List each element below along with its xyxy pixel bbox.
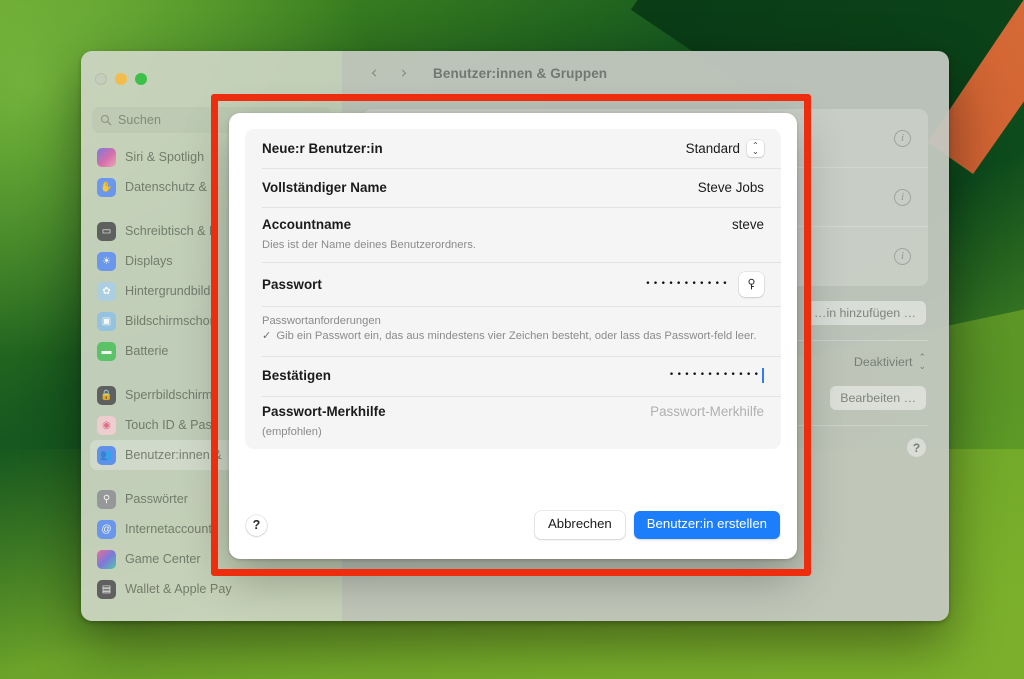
account-name-hint: Dies ist der Name deines Benutzerordners… bbox=[262, 238, 764, 262]
back-button[interactable]: ‹ bbox=[361, 60, 387, 86]
dialog-body: Neue:r Benutzer:in Standard ⌃⌄ Vollständ… bbox=[229, 113, 797, 449]
guest-user-value: Deaktiviert bbox=[854, 355, 913, 369]
password-hint-input[interactable]: Passwort-Merkhilfe bbox=[650, 404, 764, 419]
lock-icon: 🔒 bbox=[97, 386, 116, 405]
full-name-input[interactable]: Steve Jobs bbox=[698, 180, 764, 195]
siri-icon bbox=[97, 148, 116, 167]
field-label: Neue:r Benutzer:in bbox=[262, 141, 383, 156]
field-label: Vollständiger Name bbox=[262, 180, 387, 195]
battery-icon: ▬ bbox=[97, 342, 116, 361]
sidebar-item-label: Sperrbildschirm bbox=[125, 388, 212, 402]
checkmark-icon: ✓ bbox=[262, 329, 271, 344]
info-circle-icon[interactable]: i bbox=[894, 130, 911, 147]
touchid-icon: ◉ bbox=[97, 416, 116, 435]
sidebar-item-label: Internetaccounts bbox=[125, 522, 218, 536]
edit-button[interactable]: Bearbeiten … bbox=[830, 386, 926, 410]
sidebar-item-label: Bildschirmschon bbox=[125, 314, 217, 328]
form-row-password-hint[interactable]: Passwort-Merkhilfe Passwort-Merkhilfe (e… bbox=[245, 396, 781, 449]
desktop-background: Suchen Siri & Spotligh ✋ Datenschutz & S… bbox=[0, 0, 1024, 679]
password-hint-sublabel: (empfohlen) bbox=[262, 425, 764, 449]
create-user-button[interactable]: Benutzer:in erstellen bbox=[634, 511, 780, 539]
search-placeholder: Suchen bbox=[118, 113, 161, 127]
stepper-icon: ⌃⌄ bbox=[918, 353, 926, 371]
sidebar-item-wallet-apple-pay[interactable]: ▤ Wallet & Apple Pay bbox=[90, 574, 333, 604]
cancel-button[interactable]: Abbrechen bbox=[535, 511, 625, 539]
help-button[interactable]: ? bbox=[246, 515, 267, 536]
search-icon bbox=[100, 114, 112, 126]
form-row-account-name[interactable]: Accountname steve Dies ist der Name dein… bbox=[245, 207, 781, 262]
sidebar-item-label: Passwörter bbox=[125, 492, 188, 506]
close-button[interactable] bbox=[95, 73, 107, 85]
key-icon[interactable] bbox=[739, 272, 764, 297]
brightness-icon: ☀ bbox=[97, 252, 116, 271]
forward-button[interactable]: › bbox=[391, 60, 417, 86]
field-label: Accountname bbox=[262, 217, 351, 232]
sidebar-item-label: Batterie bbox=[125, 344, 168, 358]
users-icon: 👥 bbox=[97, 446, 116, 465]
wallpaper-icon: ✿ bbox=[97, 282, 116, 301]
hand-icon: ✋ bbox=[97, 178, 116, 197]
at-icon: @ bbox=[97, 520, 116, 539]
sidebar-item-label: Wallet & Apple Pay bbox=[125, 582, 232, 596]
toolbar: ‹ › Benutzer:innen & Gruppen bbox=[342, 51, 949, 95]
wallet-icon: ▤ bbox=[97, 580, 116, 599]
guest-user-popup[interactable]: Deaktiviert ⌃⌄ bbox=[854, 353, 926, 371]
desktop-icon: ▭ bbox=[97, 222, 116, 241]
info-circle-icon[interactable]: i bbox=[894, 248, 911, 265]
window-controls bbox=[81, 59, 342, 103]
field-label: Passwort bbox=[262, 277, 322, 292]
help-button[interactable]: ? bbox=[907, 438, 926, 457]
account-type-popup[interactable]: Standard ⌃⌄ bbox=[686, 140, 764, 157]
sidebar-item-label: Siri & Spotligh bbox=[125, 150, 204, 164]
account-name-input[interactable]: steve bbox=[732, 217, 764, 232]
key-icon: ⚲ bbox=[97, 490, 116, 509]
sidebar-item-label: Schreibtisch & D bbox=[125, 224, 218, 238]
form-row-account-type: Neue:r Benutzer:in Standard ⌃⌄ bbox=[245, 129, 781, 168]
text-caret bbox=[762, 368, 764, 383]
field-label: Bestätigen bbox=[262, 368, 331, 383]
new-user-dialog: Neue:r Benutzer:in Standard ⌃⌄ Vollständ… bbox=[229, 113, 797, 559]
screensaver-icon: ▣ bbox=[97, 312, 116, 331]
form-row-confirm-password[interactable]: Bestätigen •••••••••••• bbox=[245, 356, 781, 396]
sidebar-item-label: Hintergrundbild bbox=[125, 284, 210, 298]
stepper-icon: ⌃⌄ bbox=[747, 140, 764, 157]
minimize-button[interactable] bbox=[115, 73, 127, 85]
page-title: Benutzer:innen & Gruppen bbox=[433, 66, 607, 81]
add-user-button[interactable]: …in hinzufügen … bbox=[804, 301, 926, 325]
sidebar-item-label: Datenschutz & S bbox=[125, 180, 219, 194]
requirements-title: Passwortanforderungen bbox=[262, 315, 764, 327]
dialog-footer: ? Abbrechen Benutzer:in erstellen bbox=[229, 491, 797, 559]
sidebar-item-label: Displays bbox=[125, 254, 173, 268]
password-input[interactable]: ••••••••••• bbox=[645, 280, 730, 289]
form-row-password-requirements: Passwortanforderungen ✓ Gib ein Passwort… bbox=[245, 306, 781, 355]
requirements-line: ✓ Gib ein Passwort ein, das aus mindeste… bbox=[262, 329, 764, 344]
sidebar-item-label: Touch ID & Pass bbox=[125, 418, 218, 432]
gamecenter-icon bbox=[97, 550, 116, 569]
info-circle-icon[interactable]: i bbox=[894, 189, 911, 206]
requirements-text: Gib ein Passwort ein, das aus mindestens… bbox=[276, 329, 756, 344]
form-row-full-name[interactable]: Vollständiger Name Steve Jobs bbox=[245, 168, 781, 207]
account-type-value: Standard bbox=[686, 141, 740, 156]
key-glyph bbox=[745, 278, 758, 291]
field-label: Passwort-Merkhilfe bbox=[262, 404, 386, 419]
form-row-password[interactable]: Passwort ••••••••••• bbox=[245, 262, 781, 306]
maximize-button[interactable] bbox=[135, 73, 147, 85]
form-card: Neue:r Benutzer:in Standard ⌃⌄ Vollständ… bbox=[245, 129, 781, 449]
sidebar-item-label: Game Center bbox=[125, 552, 201, 566]
confirm-password-input[interactable]: •••••••••••• bbox=[669, 371, 762, 380]
sidebar-item-label: Benutzer:innen & bbox=[125, 448, 222, 462]
